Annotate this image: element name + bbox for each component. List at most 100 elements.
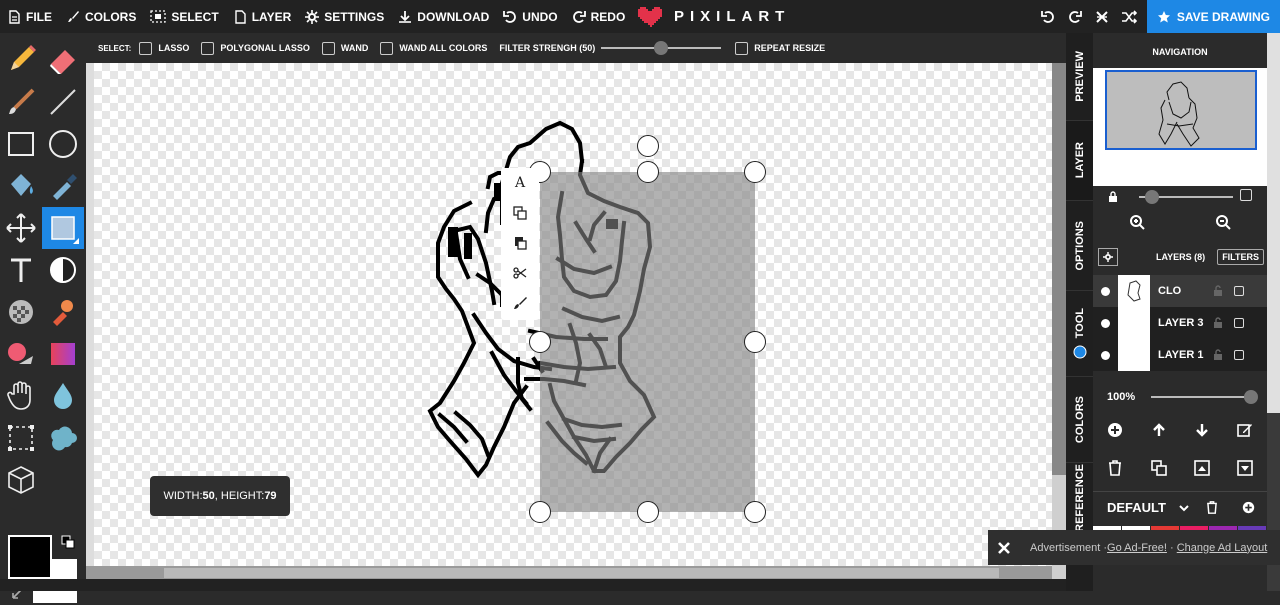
layer-row-clo[interactable]: CLO [1093,275,1267,307]
paste-icon[interactable] [501,228,539,258]
change-ad-layout-link[interactable]: Change Ad Layout [1177,542,1268,554]
move-layer-down-button[interactable] [1187,415,1217,445]
rectangle-tool[interactable] [0,123,42,165]
filter-strength-slider[interactable] [601,41,722,55]
resize-select-tool[interactable] [0,417,42,459]
filters-button[interactable]: FILTERS [1217,249,1265,265]
canvas-horizontal-scrollbar[interactable] [86,566,1052,579]
lasso-checkbox[interactable] [139,41,153,55]
plus-circle-icon[interactable] [1242,501,1255,514]
save-drawing-button[interactable]: SAVE DRAWING [1146,0,1280,33]
layer-lock-icon[interactable] [1212,317,1224,329]
merge-layer-down-button[interactable] [1230,453,1260,483]
layer-select-checkbox[interactable] [1234,318,1244,328]
tab-reference[interactable]: REFERENCE [1066,463,1093,533]
rotate-right-button[interactable] [1062,0,1089,33]
delete-layer-button[interactable] [1100,453,1130,483]
text-icon[interactable]: A [501,168,539,198]
layer-row-layer-3[interactable]: LAYER 3 [1093,307,1267,339]
canvas-vertical-scrollbar[interactable] [1052,63,1066,579]
layer-settings-button[interactable] [1098,248,1118,266]
preview-checkbox[interactable] [1240,189,1252,201]
pencil-tool[interactable] [0,39,42,81]
polygonal-lasso-option[interactable]: POLYGONAL LASSO [201,41,310,55]
wand-all-colors-checkbox[interactable] [380,41,394,55]
panel-scroll-thumb[interactable] [1267,33,1280,413]
move-layer-up-button[interactable] [1144,415,1174,445]
line-tool[interactable] [42,81,84,123]
tab-colors[interactable]: COLORS [1066,377,1093,463]
eyedropper-tool[interactable] [42,165,84,207]
tab-preview[interactable]: PREVIEW [1066,33,1093,121]
hand-tool[interactable] [0,375,42,417]
polygonal-lasso-checkbox[interactable] [201,41,215,55]
canvas-vertical-scroll-thumb[interactable] [1052,63,1066,475]
layer-lock-icon[interactable] [1212,349,1224,361]
layer-select-checkbox[interactable] [1234,350,1244,360]
repeat-resize-checkbox[interactable] [735,41,749,55]
eraser-tool[interactable] [42,39,84,81]
wand-option[interactable]: WAND [321,41,368,55]
wand-checkbox[interactable] [321,41,335,55]
tab-layer[interactable]: LAYER [1066,121,1093,201]
pattern-tool[interactable] [0,291,42,333]
menu-undo[interactable]: UNDO [496,0,564,33]
pixilart-logo[interactable]: PIXILART [636,0,790,33]
layer-select-checkbox[interactable] [1234,286,1244,296]
selection-handle-top[interactable] [637,161,659,183]
selection-handle-bottom[interactable] [637,501,659,523]
wand-all-colors-option[interactable]: WAND ALL COLORS [380,41,487,55]
smudge-tool[interactable] [42,417,84,459]
selection-handle-left[interactable] [529,331,551,353]
rename-layer-button[interactable] [1230,415,1260,445]
swap-colors-icon[interactable] [61,535,75,549]
rotate-left-button[interactable] [1035,0,1062,33]
menu-settings[interactable]: SETTINGS [298,0,391,33]
zoom-in-icon[interactable] [1129,214,1145,230]
layer-visibility-dot[interactable] [1101,286,1110,296]
selection-handle-top-right[interactable] [744,161,766,183]
selection-handle-right[interactable] [744,331,766,353]
chevron-down-icon[interactable] [1178,502,1190,514]
selection-handle-bottom-left[interactable] [529,501,551,523]
layer-visibility-dot[interactable] [1101,318,1110,328]
cut-icon[interactable] [501,258,539,288]
shuffle-button[interactable] [1116,0,1143,33]
copy-icon[interactable] [501,198,539,228]
select-tool[interactable] [42,207,84,249]
selection-handle-bottom-right[interactable] [744,501,766,523]
primary-color-swatch[interactable] [8,535,52,579]
blur-tool[interactable] [42,375,84,417]
lasso-option[interactable]: LASSO [139,41,189,55]
gradient-tool[interactable] [42,333,84,375]
palette-name[interactable]: DEFAULT [1107,500,1166,515]
close-ad-button[interactable] [988,530,1020,565]
repeat-resize-option[interactable]: REPEAT RESIZE [735,41,825,55]
stamp-tool[interactable] [42,291,84,333]
navigation-preview[interactable] [1093,68,1267,186]
text-tool[interactable] [0,249,42,291]
go-ad-free-link[interactable]: Go Ad-Free! [1107,542,1167,554]
tab-tool[interactable]: TOOL [1066,291,1093,377]
merge-layer-up-button[interactable] [1187,453,1217,483]
filter-strength-knob[interactable] [654,41,669,55]
brush-tool[interactable] [0,81,42,123]
trash-icon[interactable] [1206,501,1218,514]
zoom-out-icon[interactable] [1215,214,1231,230]
flip-button[interactable] [1089,0,1116,33]
fill-tool[interactable] [0,165,42,207]
layer-opacity-slider[interactable] [1151,390,1259,404]
lock-icon[interactable] [1107,191,1119,203]
layer-visibility-dot[interactable] [1101,350,1110,360]
ellipse-tool[interactable] [42,123,84,165]
selection-rotate-handle[interactable] [637,135,659,157]
panel-scrollbar[interactable] [1267,33,1280,591]
selection-rectangle[interactable] [540,172,755,512]
brush-icon[interactable] [501,288,539,318]
dither-tool[interactable] [42,249,84,291]
preview-opacity-knob[interactable] [1145,190,1159,204]
layer-row-layer-1[interactable]: LAYER 1 [1093,339,1267,371]
menu-select[interactable]: SELECT [143,0,225,33]
3d-tool[interactable] [0,459,42,501]
canvas-horizontal-scroll-thumb[interactable] [164,568,999,578]
